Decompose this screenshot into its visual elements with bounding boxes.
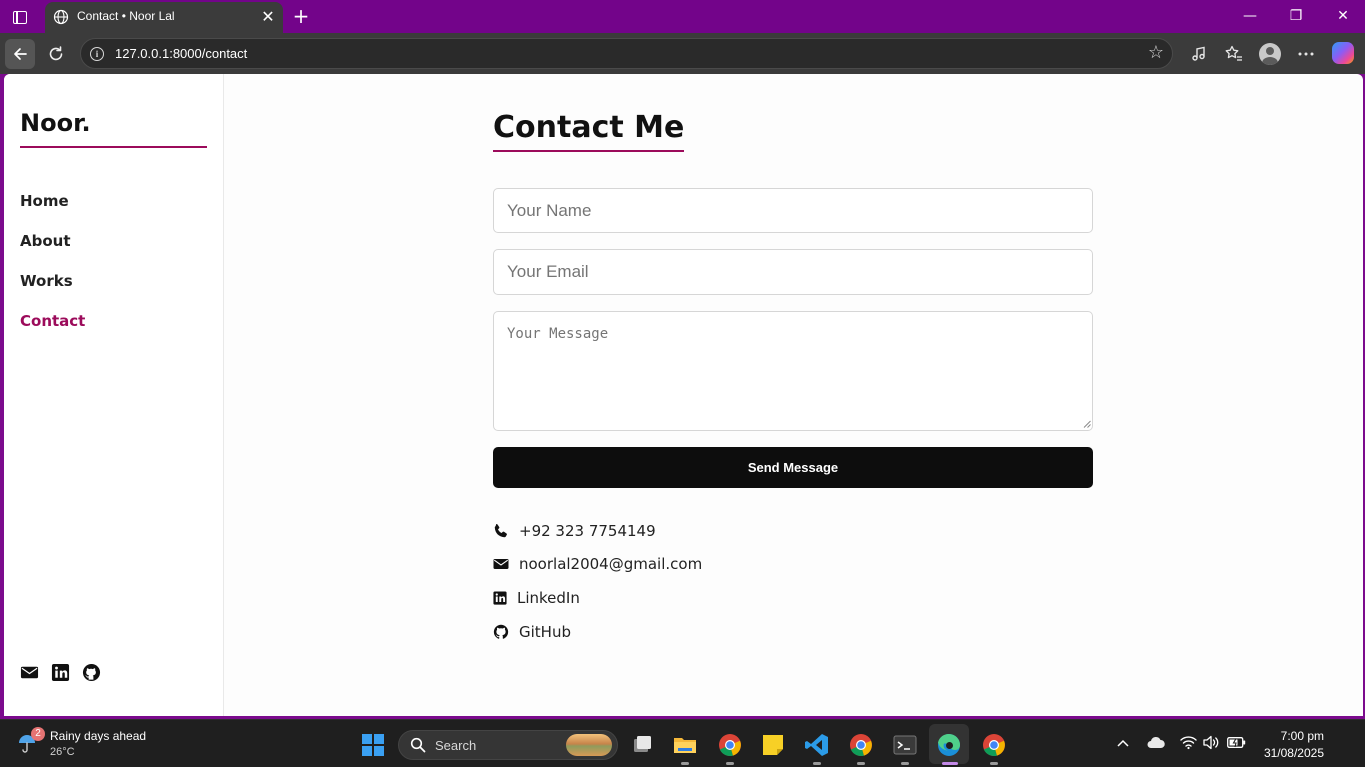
nav-contact[interactable]: Contact [20,311,85,351]
linkedin-icon [493,591,507,605]
email-text: noorlal2004@gmail.com [519,555,703,573]
wifi-icon[interactable] [1180,735,1197,750]
read-aloud-button[interactable] [1184,39,1214,69]
sidebar-social-links [20,663,101,682]
music-note-icon [1192,46,1205,61]
more-menu-button[interactable] [1291,39,1321,69]
active-indicator [942,762,958,765]
name-input[interactable] [493,188,1093,233]
task-view-icon[interactable] [629,732,655,758]
reload-icon [49,46,63,61]
new-tab-button[interactable]: + [290,5,312,27]
browser-titlebar: Contact • Noor Lal ✕ + — ❐ ✕ [0,0,1365,33]
chrome-second-icon[interactable] [981,732,1007,758]
nav-home[interactable]: Home [20,191,85,231]
onedrive-cloud-icon[interactable] [1147,736,1165,749]
more-dots-icon [1298,52,1314,56]
page-viewport: Noor. Home About Works Contact Contact M… [4,74,1363,716]
minimize-button[interactable]: — [1232,5,1268,27]
running-indicator [681,762,689,765]
vscode-icon[interactable] [804,732,830,758]
back-button[interactable] [5,39,35,69]
github-icon [493,624,509,639]
address-bar[interactable]: i 127.0.0.1:8000/contact ☆ [80,38,1173,69]
favorite-star-icon[interactable]: ☆ [1148,42,1164,63]
page-title: Contact Me [493,110,685,152]
terminal-icon[interactable] [892,732,918,758]
running-indicator [990,762,998,765]
reload-button[interactable] [41,39,71,69]
volume-icon[interactable] [1203,735,1220,750]
weather-temperature[interactable]: 26°C [50,746,75,758]
edge-icon[interactable] [936,732,962,758]
taskbar-search[interactable]: Search [398,730,618,760]
contact-linkedin[interactable]: LinkedIn [493,587,580,609]
running-indicator [901,762,909,765]
copilot-icon[interactable] [1332,42,1354,64]
running-indicator [813,762,821,765]
globe-icon [53,9,69,25]
search-label: Search [435,738,477,753]
site-logo[interactable]: Noor. [20,109,207,148]
clock-date[interactable]: 31/08/2025 [1264,746,1324,760]
profile-avatar[interactable] [1259,43,1281,65]
tab-actions-icon [13,10,27,24]
tab-actions-button[interactable] [8,6,32,28]
contact-github[interactable]: GitHub [493,621,571,643]
browser-toolbar: i 127.0.0.1:8000/contact ☆ [0,33,1365,74]
contact-email[interactable]: noorlal2004@gmail.com [493,553,702,575]
message-textarea[interactable] [493,311,1093,431]
envelope-icon[interactable] [20,663,39,682]
weather-badge: 2 [31,727,45,741]
restore-button[interactable]: ❐ [1278,5,1314,27]
chevron-up-icon[interactable] [1117,739,1129,747]
chrome-profile-icon[interactable] [848,732,874,758]
envelope-icon [493,559,509,569]
address-url[interactable]: 127.0.0.1:8000/contact [115,46,247,61]
favorites-button[interactable] [1219,39,1249,69]
favorites-star-list-icon [1225,45,1242,61]
github-icon[interactable] [82,663,101,682]
linkedin-icon[interactable] [51,663,70,682]
windows-start-icon[interactable] [362,734,384,756]
send-message-button[interactable]: Send Message [493,447,1093,488]
phone-icon [494,524,507,538]
tab-close-icon[interactable]: ✕ [259,8,277,26]
taskbar: 2 Rainy days ahead 26°C Search 7:00 pm 3… [0,719,1365,767]
github-text: GitHub [519,623,571,641]
nav-about[interactable]: About [20,231,85,271]
email-input[interactable] [493,249,1093,295]
resize-handle-icon[interactable] [1083,420,1091,428]
weather-title[interactable]: Rainy days ahead [50,729,146,743]
sticky-notes-icon[interactable] [760,732,786,758]
file-explorer-icon[interactable] [672,732,698,758]
chrome-icon[interactable] [717,732,743,758]
running-indicator [857,762,865,765]
battery-charging-icon[interactable] [1227,736,1246,749]
search-icon [410,737,426,753]
phone-text: +92 323 7754149 [519,522,656,540]
linkedin-text: LinkedIn [517,589,580,607]
clock-time[interactable]: 7:00 pm [1281,729,1324,743]
contact-phone[interactable]: +92 323 7754149 [493,520,656,542]
search-highlight-image [566,734,612,756]
browser-tab-active[interactable]: Contact • Noor Lal ✕ [45,2,283,33]
sidebar-nav: Home About Works Contact [20,191,85,351]
close-window-button[interactable]: ✕ [1325,5,1361,27]
arrow-left-icon [14,48,27,60]
nav-works[interactable]: Works [20,271,85,311]
tab-title: Contact • Noor Lal [77,9,175,23]
sidebar: Noor. Home About Works Contact [4,74,224,716]
running-indicator [726,762,734,765]
site-info-icon[interactable]: i [90,47,104,61]
